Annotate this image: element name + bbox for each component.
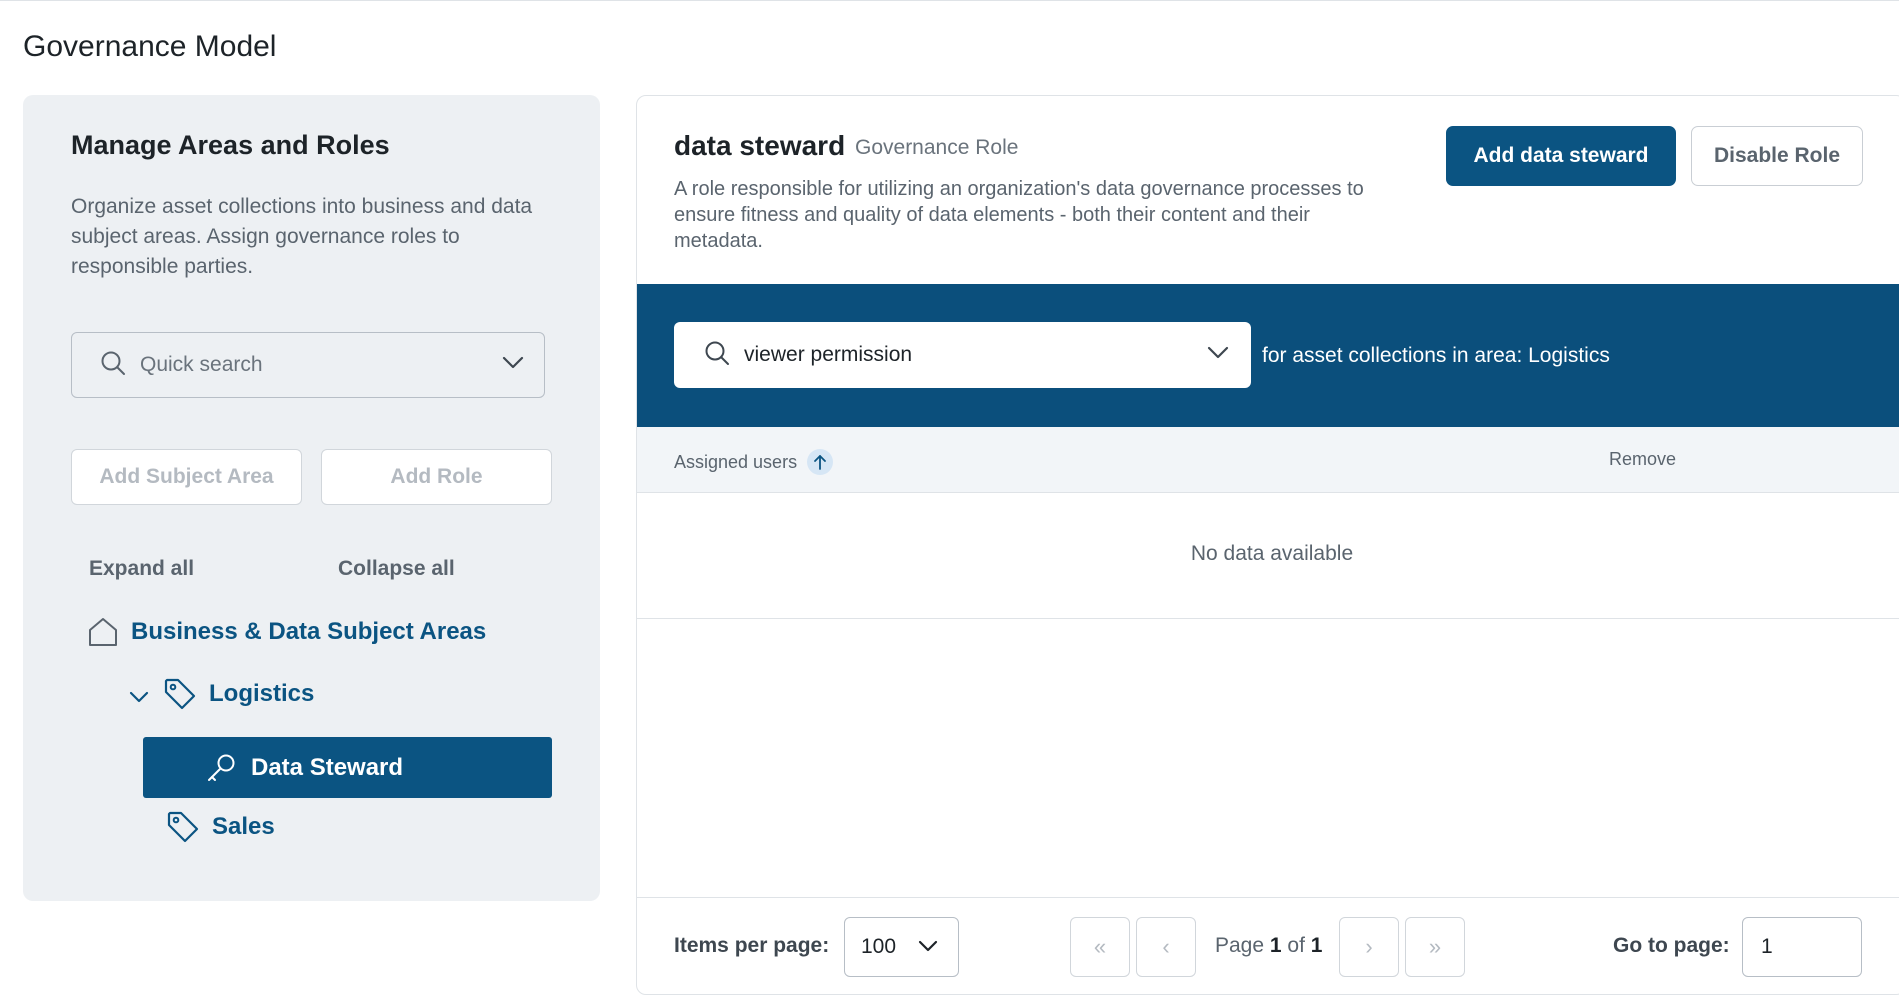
- page-title: Governance Model: [23, 30, 277, 63]
- role-description: A role responsible for utilizing an orga…: [674, 178, 1364, 252]
- last-page-button[interactable]: »: [1405, 917, 1465, 977]
- panel-description: Organize asset collections into business…: [71, 195, 533, 278]
- previous-page-button[interactable]: ‹: [1136, 917, 1196, 977]
- search-icon: [704, 340, 730, 371]
- current-page: 1: [1269, 934, 1282, 957]
- tree-item-label: Logistics: [209, 680, 315, 707]
- chevron-down-icon: [502, 356, 524, 375]
- areas-roles-panel: Manage Areas and Roles Organize asset co…: [23, 95, 600, 901]
- quick-search-dropdown[interactable]: Quick search: [71, 332, 545, 398]
- column-label: Assigned users: [674, 451, 798, 472]
- tree-item-label: Sales: [212, 813, 275, 840]
- search-placeholder: Quick search: [140, 353, 263, 376]
- column-remove: Remove: [1609, 449, 1677, 469]
- key-icon: [205, 752, 237, 784]
- collapse-all-button[interactable]: Collapse all: [338, 557, 455, 581]
- disable-role-button[interactable]: Disable Role: [1691, 126, 1863, 186]
- items-per-page-value: 100: [861, 935, 897, 958]
- tree-item-data-steward[interactable]: Data Steward: [143, 737, 552, 798]
- column-assigned-users[interactable]: Assigned users: [674, 449, 834, 475]
- search-icon: [100, 350, 126, 381]
- page-word: Page: [1215, 934, 1265, 957]
- sort-ascending-icon[interactable]: [807, 449, 834, 475]
- pagination-bar: Items per page: 100 « ‹ Page 1 of 1 › » …: [637, 897, 1899, 994]
- chevron-down-icon: [918, 935, 938, 959]
- role-type-label: Governance Role: [855, 136, 1019, 159]
- double-chevron-right-icon: »: [1428, 934, 1442, 959]
- panel-title: Manage Areas and Roles: [71, 130, 390, 160]
- tag-icon: [163, 677, 197, 711]
- items-per-page-label: Items per page:: [674, 934, 830, 957]
- role-name: data steward: [674, 130, 846, 161]
- permission-context: for asset collections in area: Logistics: [1262, 344, 1610, 367]
- add-subject-area-button[interactable]: Add Subject Area: [71, 449, 302, 505]
- tree-item-root[interactable]: Business & Data Subject Areas: [87, 616, 486, 648]
- permission-select[interactable]: viewer permission: [674, 322, 1251, 388]
- table-header: Assigned users Remove: [637, 427, 1899, 493]
- go-to-page-label: Go to page:: [1613, 934, 1730, 957]
- total-pages: 1: [1310, 934, 1323, 957]
- tree-item-label: Data Steward: [251, 753, 404, 781]
- chevron-right-icon: ›: [1365, 934, 1373, 959]
- first-page-button[interactable]: «: [1070, 917, 1130, 977]
- table-empty-row: No data available: [637, 493, 1899, 619]
- empty-message: No data available: [1190, 542, 1354, 565]
- next-page-button[interactable]: ›: [1339, 917, 1399, 977]
- top-divider: [0, 0, 1899, 1]
- items-per-page-select[interactable]: 100: [844, 917, 959, 977]
- expand-all-button[interactable]: Expand all: [89, 557, 194, 581]
- role-detail-panel: data steward Governance Role A role resp…: [636, 95, 1899, 995]
- tree-item-sales[interactable]: Sales: [166, 810, 275, 844]
- chevron-down-icon: [1207, 346, 1229, 365]
- permission-banner: viewer permission for asset collections …: [637, 284, 1899, 427]
- tag-icon: [166, 810, 200, 844]
- of-word: of: [1287, 934, 1305, 957]
- double-chevron-left-icon: «: [1093, 934, 1107, 959]
- permission-value: viewer permission: [744, 343, 913, 366]
- chevron-left-icon: ‹: [1162, 934, 1170, 959]
- add-data-steward-button[interactable]: Add data steward: [1446, 126, 1676, 186]
- tree-item-logistics[interactable]: Logistics: [129, 677, 314, 711]
- add-role-button[interactable]: Add Role: [321, 449, 552, 505]
- tree-item-label: Business & Data Subject Areas: [131, 618, 487, 645]
- go-to-page-input[interactable]: [1742, 917, 1862, 977]
- home-icon: [87, 616, 119, 648]
- chevron-down-icon[interactable]: [129, 690, 149, 704]
- page-indicator: Page 1 of 1: [1215, 934, 1322, 958]
